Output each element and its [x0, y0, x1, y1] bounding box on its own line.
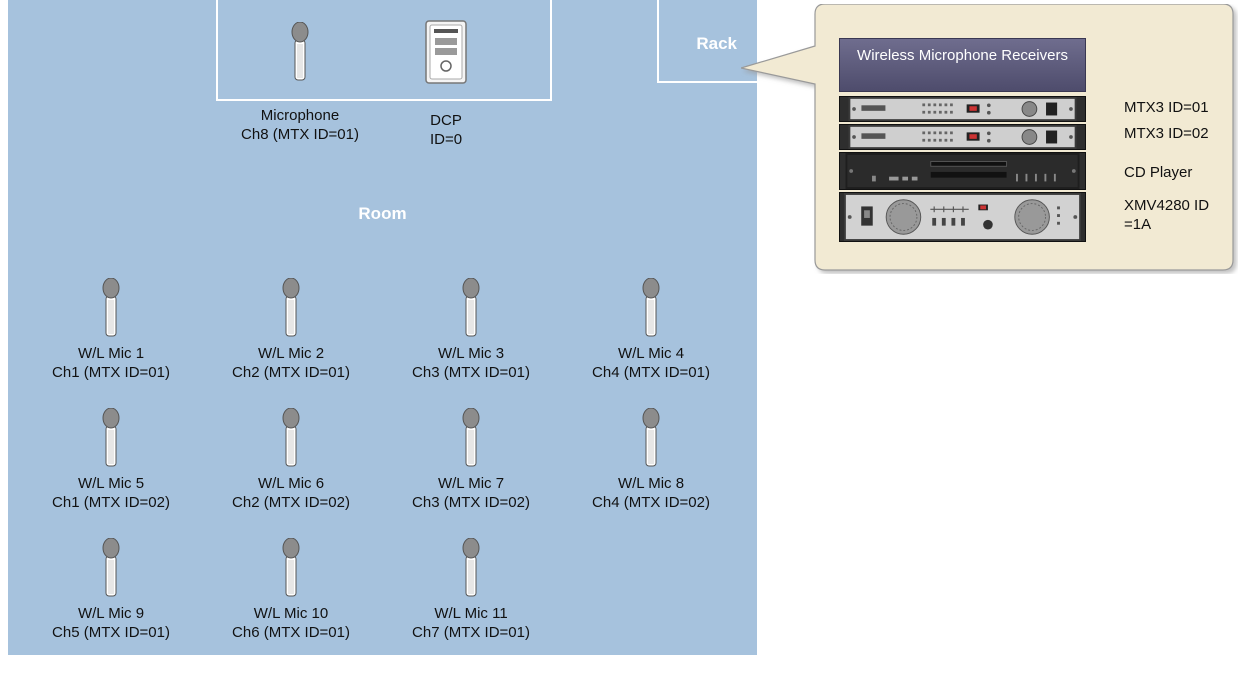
- wireless-mic-item: W/L Mic 2 Ch2 (MTX ID=01): [201, 278, 381, 382]
- microphone-icon: [642, 278, 660, 337]
- mic-channel: Ch2 (MTX ID=01): [232, 364, 350, 381]
- mtx3-02-label: MTX3 ID=02: [1124, 125, 1209, 142]
- microphone-icon: [291, 22, 309, 81]
- wireless-mic-item: W/L Mic 3 Ch3 (MTX ID=01): [381, 278, 561, 382]
- mtx3-unit-1: [839, 96, 1086, 122]
- microphone-icon: [462, 538, 480, 597]
- mic-channel: Ch2 (MTX ID=02): [232, 494, 350, 511]
- dcp-item: DCP ID=0: [356, 111, 536, 149]
- mic-channel: Ch3 (MTX ID=01): [412, 364, 530, 381]
- mic-name: W/L Mic 6: [257, 475, 325, 492]
- microphone-icon: [282, 538, 300, 597]
- wireless-mic-item: W/L Mic 6 Ch2 (MTX ID=02): [201, 408, 381, 512]
- rack-callout: Wireless Microphone Receivers MTX3 ID=01…: [741, 4, 1238, 274]
- mic-name: W/L Mic 5: [77, 475, 145, 492]
- mic-channel: Ch7 (MTX ID=01): [412, 624, 530, 641]
- xmv4280-label: XMV4280 ID =1A: [1124, 197, 1210, 233]
- microphone-icon: [462, 278, 480, 337]
- rack-label: Rack: [696, 34, 737, 53]
- dcp-label: DCP: [430, 112, 462, 129]
- mic-name: W/L Mic 7: [437, 475, 505, 492]
- wireless-mic-item: W/L Mic 1 Ch1 (MTX ID=01): [21, 278, 201, 382]
- mic-channel: Ch6 (MTX ID=01): [232, 624, 350, 641]
- xmv4280-unit: [839, 192, 1086, 242]
- cd-player-label: CD Player: [1124, 164, 1193, 181]
- mic-name: W/L Mic 8: [617, 475, 685, 492]
- mic-channel: Ch1 (MTX ID=01): [52, 364, 170, 381]
- mic-name: W/L Mic 1: [77, 345, 145, 362]
- mic-name: W/L Mic 11: [434, 605, 508, 622]
- wireless-mic-item: W/L Mic 7 Ch3 (MTX ID=02): [381, 408, 561, 512]
- cd-player-unit: [839, 152, 1086, 190]
- mic-name: W/L Mic 9: [77, 605, 145, 622]
- wireless-mic-item: W/L Mic 8 Ch4 (MTX ID=02): [561, 408, 741, 512]
- mic-name: W/L Mic 10: [253, 605, 329, 622]
- wireless-mic-item: W/L Mic 4 Ch4 (MTX ID=01): [561, 278, 741, 382]
- microphone-icon: [102, 278, 120, 337]
- wireless-mic-item: W/L Mic 10 Ch6 (MTX ID=01): [201, 538, 381, 642]
- microphone-icon: [282, 278, 300, 337]
- microphone-icon: [642, 408, 660, 467]
- mic-channel: Ch5 (MTX ID=01): [52, 624, 170, 641]
- mic-name: W/L Mic 2: [257, 345, 325, 362]
- microphone-icon: [282, 408, 300, 467]
- mic-channel: Ch4 (MTX ID=01): [592, 364, 710, 381]
- mic-channel: Ch3 (MTX ID=02): [412, 494, 530, 511]
- dcp-id: ID=0: [429, 131, 463, 148]
- mic-name: W/L Mic 3: [437, 345, 505, 362]
- microphone-icon: [102, 408, 120, 467]
- wireless-mic-item: W/L Mic 9 Ch5 (MTX ID=01): [21, 538, 201, 642]
- mic-channel: Ch1 (MTX ID=02): [52, 494, 170, 511]
- mic-channel: Ch4 (MTX ID=02): [592, 494, 710, 511]
- wireless-mic-item: W/L Mic 11 Ch7 (MTX ID=01): [381, 538, 561, 642]
- microphone-icon: [102, 538, 120, 597]
- mic-name: W/L Mic 4: [617, 345, 685, 362]
- mtx3-unit-2: [839, 124, 1086, 150]
- wireless-mic-item: W/L Mic 5 Ch1 (MTX ID=02): [21, 408, 201, 512]
- dcp-panel-icon: [425, 20, 467, 84]
- wireless-receivers: Wireless Microphone Receivers: [839, 38, 1086, 92]
- room-label: Room: [358, 204, 407, 223]
- microphone-icon: [462, 408, 480, 467]
- mtx3-01-label: MTX3 ID=01: [1124, 99, 1209, 116]
